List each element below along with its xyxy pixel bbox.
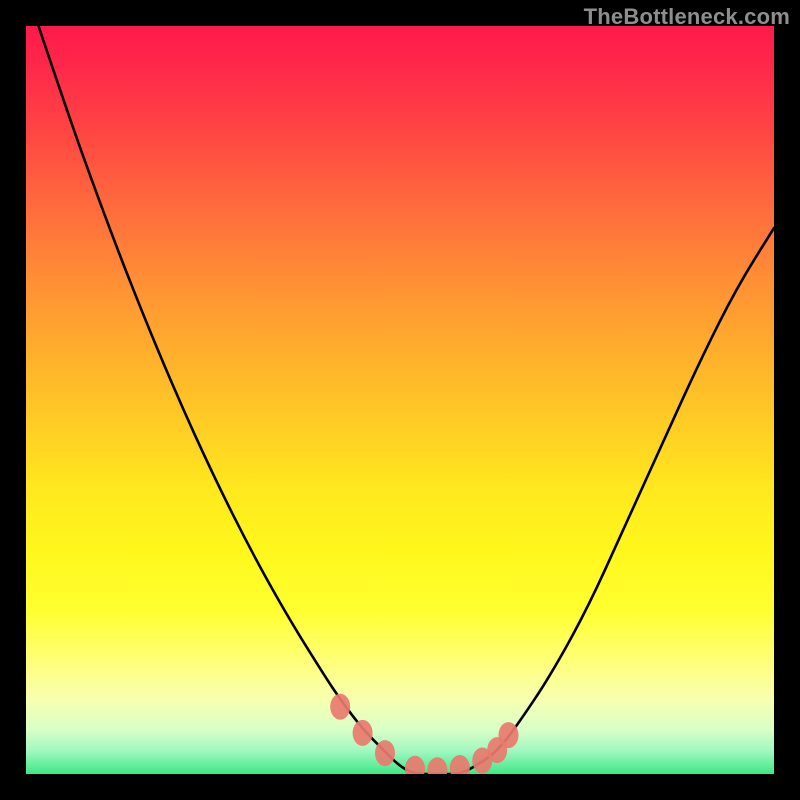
watermark-text: TheBottleneck.com: [584, 4, 790, 30]
bottleneck-curve-line: [26, 26, 774, 774]
curve-marker: [330, 694, 350, 720]
curve-marker: [450, 755, 470, 774]
curve-marker: [427, 757, 447, 774]
curve-marker: [353, 720, 373, 746]
chart-frame: TheBottleneck.com: [0, 0, 800, 800]
curve-marker: [499, 722, 519, 748]
chart-plot-area: [26, 26, 774, 774]
curve-marker: [375, 740, 395, 766]
curve-marker: [405, 756, 425, 774]
curve-floor-markers: [330, 694, 518, 774]
